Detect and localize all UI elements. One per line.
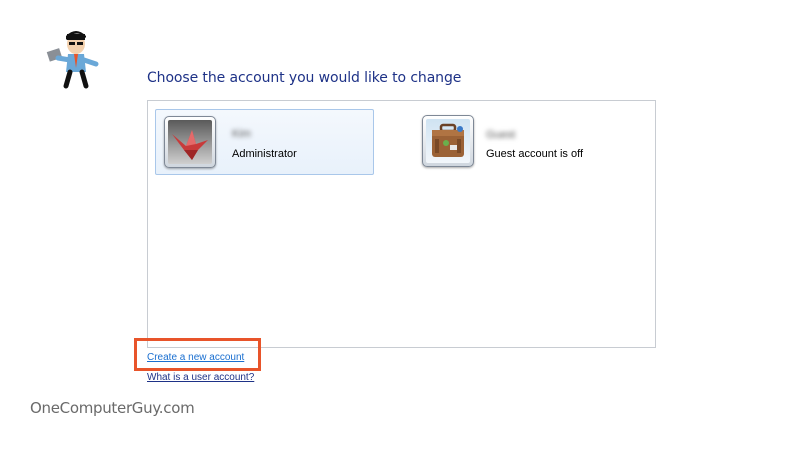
account-name: Kim bbox=[232, 128, 251, 140]
watermark: OneComputerGuy.com bbox=[30, 399, 195, 417]
avatar bbox=[422, 115, 474, 167]
account-type: Guest account is off bbox=[486, 148, 584, 160]
account-list-panel: Kim Administrator Guest Guest account is… bbox=[147, 100, 656, 348]
account-tile-guest[interactable]: Guest Guest account is off bbox=[418, 115, 628, 181]
page-title: Choose the account you would like to cha… bbox=[147, 70, 462, 86]
origami-crane-icon bbox=[168, 120, 212, 164]
suitcase-icon bbox=[426, 119, 470, 163]
create-new-account-link[interactable]: Create a new account bbox=[147, 352, 244, 363]
what-is-user-account-link[interactable]: What is a user account? bbox=[147, 372, 254, 383]
page: Choose the account you would like to cha… bbox=[0, 0, 800, 450]
account-name: Guest bbox=[486, 129, 516, 141]
account-tile-administrator[interactable]: Kim Administrator bbox=[155, 109, 374, 175]
avatar bbox=[164, 116, 216, 168]
account-type: Administrator bbox=[232, 148, 297, 160]
computer-guy-mascot-icon bbox=[46, 31, 99, 89]
